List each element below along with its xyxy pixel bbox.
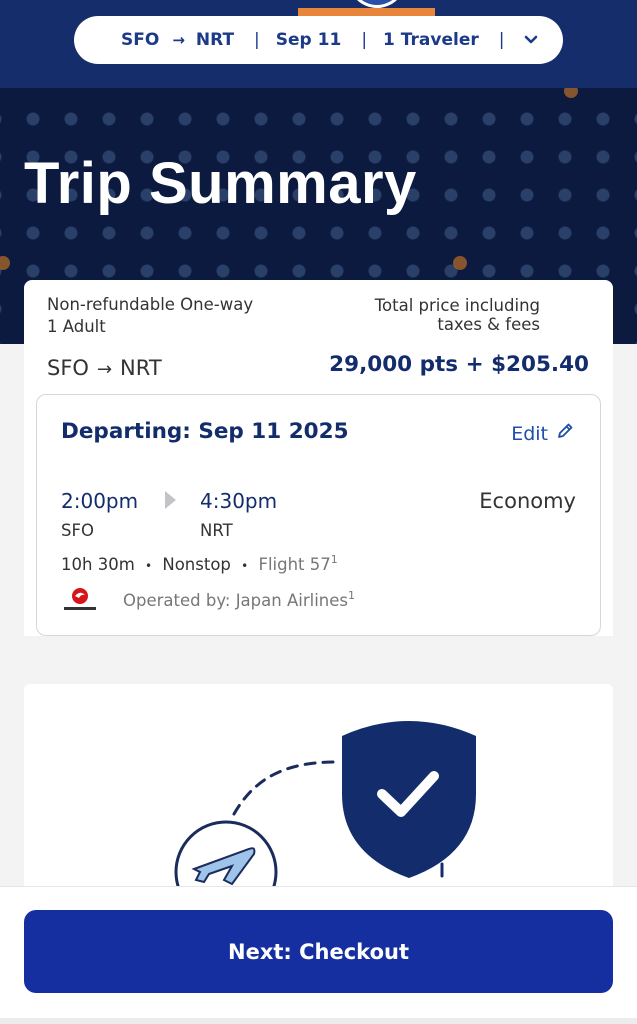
route-origin: SFO — [47, 356, 89, 380]
search-summary-pill[interactable]: SFO → NRT | Sep 11 | 1 Traveler | — [74, 16, 563, 64]
separator: | — [361, 30, 368, 50]
price-label-line2: taxes & fees — [437, 315, 540, 334]
brand-badge — [348, 0, 406, 8]
plane-icon — [174, 820, 278, 894]
hero-accent-dot — [0, 256, 10, 270]
fare-info: Non-refundable One-way 1 Adult — [47, 294, 253, 338]
pencil-icon — [556, 422, 574, 445]
page-title: Trip Summary — [24, 151, 417, 216]
separator: | — [254, 30, 260, 50]
trip-protection-illustration — [174, 721, 476, 894]
next-checkout-button[interactable]: Next: Checkout — [24, 910, 613, 993]
price-label-line1: Total price including — [374, 296, 540, 315]
trip-protection-card — [24, 684, 613, 894]
search-date: Sep 11 — [275, 30, 342, 50]
route-destination: NRT — [120, 356, 162, 380]
separator: | — [498, 30, 505, 50]
bullet: • — [241, 559, 249, 573]
arrive-time: 4:30pm — [200, 489, 278, 513]
edit-label: Edit — [511, 422, 548, 445]
passenger-count: 1 Adult — [47, 317, 106, 336]
depart-airport: SFO — [61, 521, 94, 540]
cabin-class: Economy — [479, 489, 576, 513]
dashed-path — [232, 760, 338, 816]
search-origin: SFO — [121, 30, 160, 50]
jal-crane-logo — [59, 587, 101, 613]
shield-check-icon — [342, 721, 476, 878]
flight-duration: 10h 30m — [61, 555, 135, 574]
operated-by: Operated by: Japan Airlines1 — [123, 589, 355, 610]
home-indicator-strip — [0, 1018, 637, 1024]
bullet: • — [145, 559, 153, 573]
arrive-airport: NRT — [200, 521, 233, 540]
fare-type: Non-refundable One-way — [47, 295, 254, 314]
search-destination: NRT — [195, 30, 235, 50]
footnote-marker: 1 — [330, 553, 338, 566]
edit-button[interactable]: Edit — [511, 422, 574, 445]
depart-time: 2:00pm — [61, 489, 139, 513]
hero-accent-dot — [453, 256, 467, 270]
flight-details-box: Departing: Sep 11 2025 Edit 2:00pm SFO 4… — [36, 394, 601, 636]
route-summary: SFO → NRT — [47, 356, 162, 380]
search-arrow: → — [172, 31, 185, 49]
search-travelers: 1 Traveler — [383, 30, 479, 50]
bottom-action-bar: Next: Checkout — [0, 886, 637, 1024]
top-accent-bar — [298, 8, 435, 16]
top-bar: SFO → NRT | Sep 11 | 1 Traveler | — [0, 0, 637, 88]
route-arrow: → — [96, 359, 113, 380]
total-price: 29,000 pts + $205.40 — [329, 352, 589, 377]
footnote-marker: 1 — [347, 589, 355, 602]
price-label: Total price including taxes & fees — [375, 296, 540, 334]
flight-stops: Nonstop — [162, 555, 231, 574]
hero-accent-dot — [564, 88, 578, 98]
trip-summary-card: Non-refundable One-way 1 Adult Total pri… — [24, 280, 613, 636]
flight-details-line: 10h 30m • Nonstop • Flight 571 — [61, 553, 338, 574]
play-arrow-icon — [165, 491, 176, 509]
operated-by-text: Operated by: Japan Airlines — [123, 591, 348, 610]
chevron-down-icon[interactable] — [524, 30, 538, 50]
departing-title: Departing: Sep 11 2025 — [61, 419, 349, 444]
flight-number: Flight 57 — [258, 555, 331, 574]
